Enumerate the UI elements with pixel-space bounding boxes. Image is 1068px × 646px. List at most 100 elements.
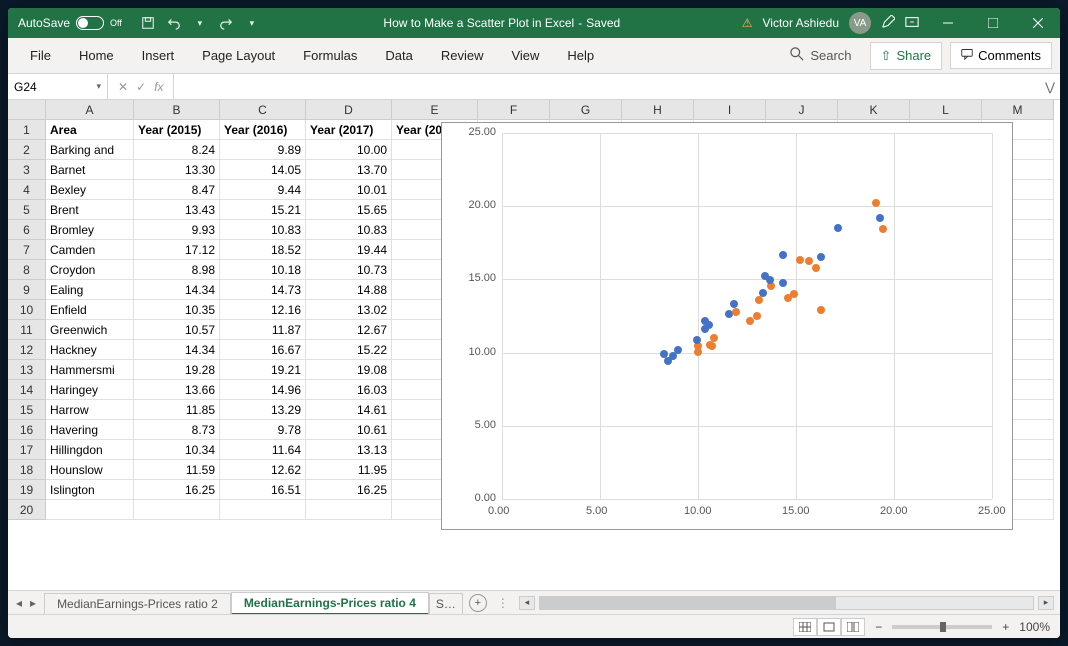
cell[interactable]: 14.05 (220, 160, 306, 180)
warning-icon[interactable]: ⚠ (742, 16, 753, 30)
cell[interactable]: Year (2015) (134, 120, 220, 140)
cell[interactable]: Area (46, 120, 134, 140)
pen-icon[interactable] (881, 15, 895, 32)
cell[interactable]: Barnet (46, 160, 134, 180)
cell[interactable]: 15.22 (306, 340, 392, 360)
col-header[interactable]: K (838, 100, 910, 120)
cell[interactable]: 10.57 (134, 320, 220, 340)
cell[interactable]: Haringey (46, 380, 134, 400)
cell[interactable]: 8.98 (134, 260, 220, 280)
cell[interactable]: 9.44 (220, 180, 306, 200)
horizontal-scrollbar[interactable]: ◂ ▸ (513, 596, 1060, 610)
cell[interactable]: 13.43 (134, 200, 220, 220)
cell[interactable]: 12.67 (306, 320, 392, 340)
zoom-level[interactable]: 100% (1019, 620, 1050, 634)
cell[interactable]: 10.83 (306, 220, 392, 240)
expand-formula-icon[interactable]: ⋁ (1040, 80, 1060, 94)
row-header[interactable]: 8 (8, 260, 46, 280)
cell[interactable]: 16.25 (134, 480, 220, 500)
row-header[interactable]: 20 (8, 500, 46, 520)
scroll-right-icon[interactable]: ▸ (1038, 596, 1054, 610)
cell[interactable]: 13.30 (134, 160, 220, 180)
col-header[interactable]: D (306, 100, 392, 120)
cell[interactable]: Hillingdon (46, 440, 134, 460)
cell[interactable]: Harrow (46, 400, 134, 420)
sheet-tab-inactive[interactable]: MedianEarnings-Prices ratio 2 (44, 593, 231, 614)
cell[interactable]: 8.24 (134, 140, 220, 160)
ribbon-tab-page-layout[interactable]: Page Layout (188, 40, 289, 71)
cell[interactable]: 19.28 (134, 360, 220, 380)
cell[interactable] (220, 500, 306, 520)
minimize-button[interactable] (925, 8, 970, 38)
cell[interactable]: 8.47 (134, 180, 220, 200)
sheet-tab-active[interactable]: MedianEarnings-Prices ratio 4 (231, 592, 429, 615)
cell[interactable]: 11.59 (134, 460, 220, 480)
cell[interactable]: 14.96 (220, 380, 306, 400)
cell[interactable]: 10.35 (134, 300, 220, 320)
row-header[interactable]: 4 (8, 180, 46, 200)
scroll-thumb[interactable] (540, 597, 836, 609)
col-header[interactable]: F (478, 100, 550, 120)
cell[interactable]: 10.83 (220, 220, 306, 240)
cell[interactable]: 19.21 (220, 360, 306, 380)
row-header[interactable]: 2 (8, 140, 46, 160)
cell[interactable]: Year (2017) (306, 120, 392, 140)
spreadsheet-grid[interactable]: ABCDEFGHIJKLM 12345678910111213141516171… (8, 100, 1060, 590)
search-box[interactable]: Search (780, 43, 861, 68)
cell[interactable]: 10.34 (134, 440, 220, 460)
row-header[interactable]: 5 (8, 200, 46, 220)
col-header[interactable]: M (982, 100, 1054, 120)
row-header[interactable]: 15 (8, 400, 46, 420)
prev-sheet-icon[interactable]: ◂ (16, 596, 22, 610)
cell[interactable]: 13.13 (306, 440, 392, 460)
cell[interactable]: Havering (46, 420, 134, 440)
col-header[interactable]: J (766, 100, 838, 120)
cell[interactable]: Islington (46, 480, 134, 500)
cell[interactable]: 9.93 (134, 220, 220, 240)
cell[interactable]: 12.16 (220, 300, 306, 320)
avatar[interactable]: VA (849, 12, 871, 34)
cell[interactable]: 10.01 (306, 180, 392, 200)
col-header[interactable]: L (910, 100, 982, 120)
row-header[interactable]: 9 (8, 280, 46, 300)
page-break-button[interactable] (841, 618, 865, 636)
zoom-out-button[interactable]: − (875, 620, 882, 634)
col-header[interactable]: A (46, 100, 134, 120)
cell[interactable]: 11.95 (306, 460, 392, 480)
sheet-tab-ellipsis[interactable]: S… (429, 593, 463, 614)
zoom-in-button[interactable]: + (1002, 620, 1009, 634)
row-header[interactable]: 14 (8, 380, 46, 400)
scroll-left-icon[interactable]: ◂ (519, 596, 535, 610)
row-header[interactable]: 16 (8, 420, 46, 440)
ribbon-tab-insert[interactable]: Insert (128, 40, 189, 71)
cell[interactable]: 10.73 (306, 260, 392, 280)
cell[interactable]: Croydon (46, 260, 134, 280)
cell[interactable]: 14.34 (134, 340, 220, 360)
col-header[interactable]: E (392, 100, 478, 120)
cell[interactable]: 16.25 (306, 480, 392, 500)
row-header[interactable]: 3 (8, 160, 46, 180)
cell[interactable]: Camden (46, 240, 134, 260)
chevron-down-icon[interactable]: ▾ (192, 15, 208, 31)
cell[interactable]: 12.62 (220, 460, 306, 480)
cell[interactable]: Bromley (46, 220, 134, 240)
ribbon-tab-file[interactable]: File (16, 40, 65, 71)
cell[interactable]: 14.61 (306, 400, 392, 420)
cell[interactable]: 10.61 (306, 420, 392, 440)
ribbon-display-icon[interactable] (905, 15, 919, 32)
col-header[interactable]: H (622, 100, 694, 120)
cell[interactable]: Barking and (46, 140, 134, 160)
cell[interactable]: Hounslow (46, 460, 134, 480)
cell[interactable]: 9.89 (220, 140, 306, 160)
cell[interactable]: 16.51 (220, 480, 306, 500)
cell[interactable]: 11.87 (220, 320, 306, 340)
row-header[interactable]: 13 (8, 360, 46, 380)
row-header[interactable]: 1 (8, 120, 46, 140)
enter-icon[interactable]: ✓ (136, 80, 146, 94)
cancel-icon[interactable]: ✕ (118, 80, 128, 94)
cell[interactable]: Brent (46, 200, 134, 220)
cell[interactable]: 8.73 (134, 420, 220, 440)
zoom-slider[interactable] (892, 625, 992, 629)
cell[interactable]: 10.18 (220, 260, 306, 280)
cell[interactable]: 16.03 (306, 380, 392, 400)
